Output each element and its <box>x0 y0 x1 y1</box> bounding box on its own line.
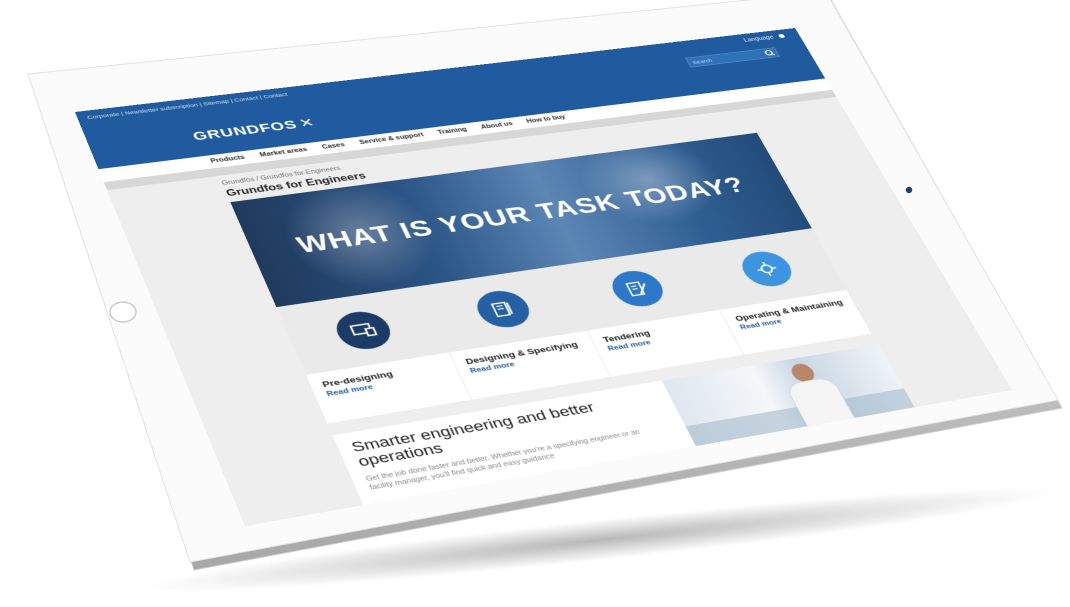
logo-mark-icon: ✕ <box>297 115 318 130</box>
monitor-icon <box>347 319 381 341</box>
language-toggle[interactable]: Language <box>743 33 786 43</box>
search-box[interactable] <box>685 47 780 67</box>
grundfos-logo[interactable]: GRUNDFOS✕ <box>190 115 317 143</box>
gear-icon <box>751 259 783 279</box>
blueprint-icon <box>487 298 520 319</box>
logo-wordmark: GRUNDFOS <box>190 118 299 144</box>
home-button <box>110 302 136 322</box>
search-input[interactable] <box>687 50 771 67</box>
language-dot-icon <box>778 34 785 38</box>
document-pen-icon <box>621 278 654 299</box>
language-label: Language <box>743 35 775 44</box>
camera-dot <box>906 187 912 193</box>
